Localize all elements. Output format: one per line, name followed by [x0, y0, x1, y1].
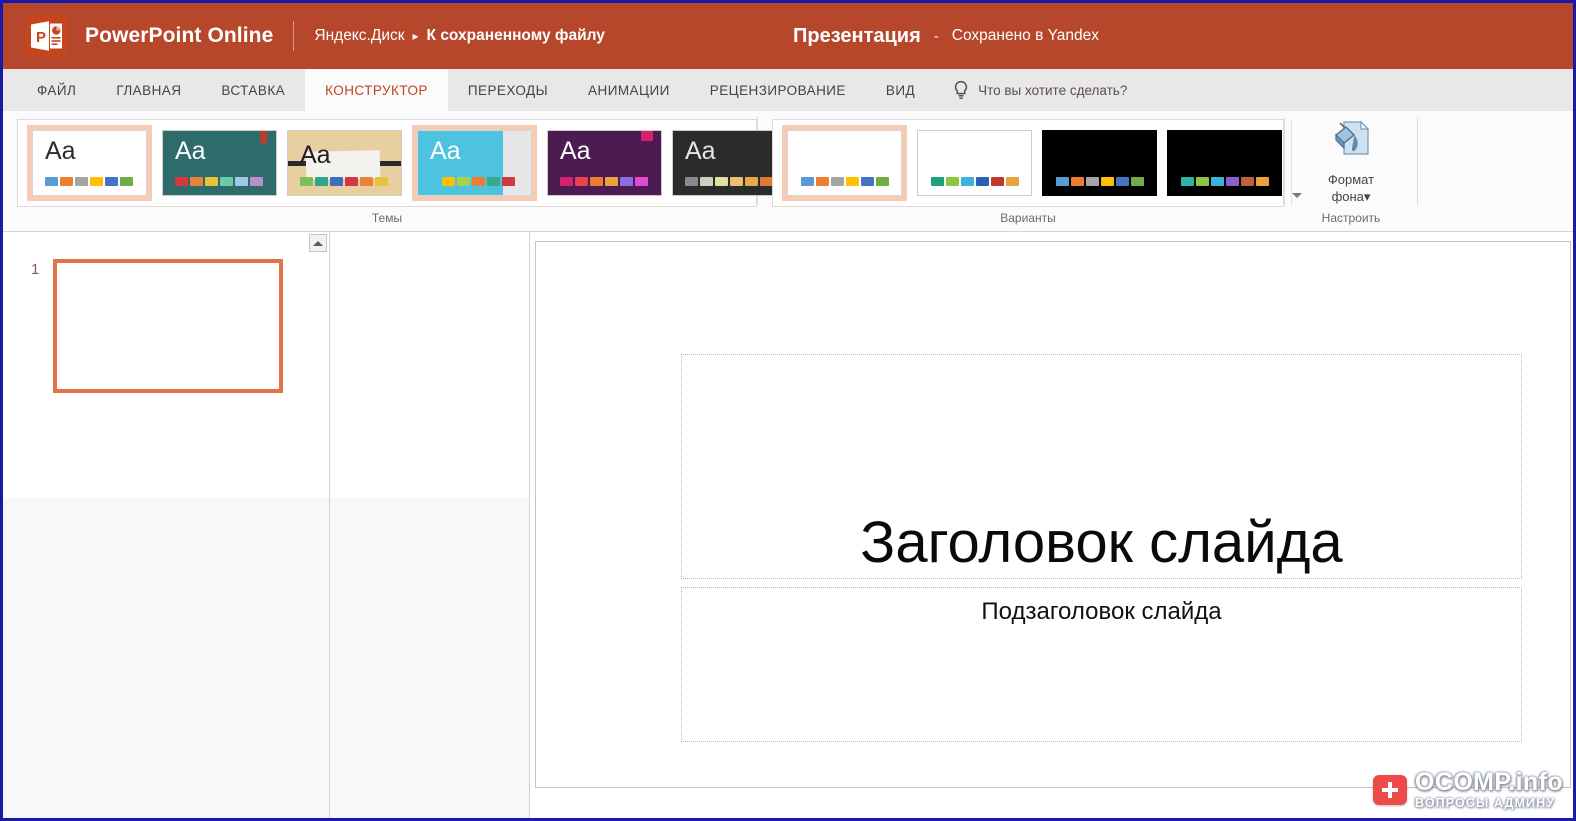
- canvas-left-gutter: [330, 232, 530, 818]
- breadcrumb-root[interactable]: Яндекс.Диск: [314, 27, 404, 45]
- document-dash: -: [933, 27, 939, 45]
- ribbon-group-label-customize: Настроить: [1321, 211, 1381, 225]
- variant-swatches: [930, 177, 1019, 186]
- tab-home[interactable]: ГЛАВНАЯ: [96, 69, 201, 111]
- theme-pin-decoration: [641, 131, 653, 141]
- tell-me-search[interactable]: Что вы хотите сделать?: [935, 69, 1141, 111]
- svg-text:P: P: [36, 29, 46, 46]
- theme-thumb-wood[interactable]: Aa: [287, 130, 402, 196]
- ribbon-group-separator: [1417, 117, 1418, 205]
- title-divider: [293, 21, 295, 51]
- theme-swatches: [560, 177, 648, 186]
- format-background-icon: [1330, 119, 1372, 164]
- variant-swatches: [1180, 177, 1269, 186]
- ribbon-group-variants: Варианты: [758, 111, 1302, 231]
- slide-canvas-pane: Заголовок слайда Подзаголовок слайда OCO…: [530, 232, 1573, 818]
- dropdown-arrow-icon[interactable]: ▾: [1364, 189, 1371, 204]
- thumbnail-scroll-up-button[interactable]: [309, 234, 327, 252]
- themes-gallery: Aa Aa Aa Aa Aa Aa: [17, 119, 807, 207]
- format-background-line2: фона: [1331, 189, 1364, 204]
- document-status: Презентация - Сохранено в Yandex: [793, 3, 1099, 69]
- slide-number: 1: [31, 261, 40, 278]
- watermark-text: OCOMP.info ВОПРОСЫ АДМИНУ: [1415, 770, 1563, 810]
- variant-thumb-1[interactable]: [782, 125, 907, 201]
- app-title: PowerPoint Online: [85, 24, 274, 47]
- tab-insert[interactable]: ВСТАВКА: [201, 69, 305, 111]
- ribbon: Aa Aa Aa Aa Aa Aa Темы Варианты Формат ф…: [3, 111, 1573, 232]
- tell-me-label: Что вы хотите сделать?: [978, 82, 1128, 98]
- slide-thumbnail-pane: 1: [3, 232, 330, 818]
- gutter-shading: [330, 498, 529, 818]
- ribbon-tab-strip: ФАЙЛ ГЛАВНАЯ ВСТАВКА КОНСТРУКТОР ПЕРЕХОД…: [3, 69, 1573, 111]
- theme-aa-label: Aa: [430, 137, 461, 165]
- chevron-up-icon: [313, 240, 323, 246]
- powerpoint-logo-icon: P: [25, 15, 67, 57]
- theme-aa-label: Aa: [175, 137, 206, 165]
- slide-list-item: 1: [31, 259, 283, 393]
- theme-aa-label: Aa: [560, 137, 591, 165]
- ribbon-group-customize: Формат фона▾ Настроить: [1285, 111, 1417, 231]
- watermark: OCOMP.info ВОПРОСЫ АДМИНУ: [1373, 768, 1567, 814]
- powerpoint-online-window: P PowerPoint Online Яндекс.Диск ▸ К сохр…: [0, 0, 1576, 821]
- slide-thumbnail[interactable]: [53, 259, 283, 393]
- title-placeholder[interactable]: Заголовок слайда: [681, 354, 1522, 579]
- theme-aa-label: Aa: [685, 137, 716, 165]
- format-background-line1: Формат: [1327, 172, 1375, 187]
- theme-thumb-badge[interactable]: Aa: [547, 130, 662, 196]
- title-bar: P PowerPoint Online Яндекс.Диск ▸ К сохр…: [3, 3, 1573, 69]
- save-status-label: Сохранено в Yandex: [951, 27, 1100, 44]
- variant-thumb-2[interactable]: [917, 130, 1032, 196]
- document-name[interactable]: Презентация: [793, 25, 921, 48]
- breadcrumb-separator-icon: ▸: [412, 29, 419, 43]
- theme-thumb-berlin[interactable]: Aa: [162, 130, 277, 196]
- ribbon-group-themes: Aa Aa Aa Aa Aa Aa Темы: [3, 111, 807, 231]
- tab-animations[interactable]: АНИМАЦИИ: [568, 69, 690, 111]
- variant-swatches: [1055, 177, 1144, 186]
- watermark-sub-label: ВОПРОСЫ АДМИНУ: [1415, 796, 1556, 811]
- breadcrumb-current[interactable]: К сохраненному файлу: [427, 27, 605, 45]
- subtitle-placeholder-text: Подзаголовок слайда: [981, 598, 1222, 625]
- theme-thumb-office[interactable]: Aa: [27, 125, 152, 201]
- slide-canvas[interactable]: Заголовок слайда Подзаголовок слайда: [535, 241, 1571, 788]
- title-placeholder-text: Заголовок слайда: [860, 510, 1343, 576]
- format-background-button[interactable]: Формат фона▾: [1303, 115, 1399, 205]
- theme-swatches: [442, 177, 515, 186]
- ribbon-group-label-themes: Темы: [371, 211, 403, 225]
- theme-swatches: [175, 177, 263, 186]
- tab-view[interactable]: ВИД: [866, 69, 935, 111]
- workspace: 1 Заголовок слайда Подзаголовок слайда O…: [3, 232, 1573, 818]
- pane-shading: [3, 498, 329, 818]
- tab-design[interactable]: КОНСТРУКТОР: [305, 69, 448, 111]
- theme-swatches: [45, 177, 133, 186]
- format-background-label: Формат фона▾: [1328, 171, 1374, 205]
- variant-thumb-4[interactable]: [1167, 130, 1282, 196]
- tab-file[interactable]: ФАЙЛ: [17, 69, 96, 111]
- theme-aa-label: Aa: [300, 141, 331, 169]
- theme-thumb-facet[interactable]: Aa: [412, 125, 537, 201]
- theme-aa-label: Aa: [45, 137, 76, 165]
- tab-review[interactable]: РЕЦЕНЗИРОВАНИЕ: [690, 69, 866, 111]
- plus-badge-icon: [1373, 775, 1408, 805]
- ribbon-group-label-variants: Варианты: [1000, 211, 1056, 225]
- lightbulb-icon: [953, 80, 969, 100]
- theme-swatches: [300, 177, 388, 186]
- variant-swatches: [800, 177, 889, 186]
- subtitle-placeholder[interactable]: Подзаголовок слайда: [681, 587, 1522, 742]
- watermark-main-label: OCOMP.info: [1415, 768, 1563, 797]
- tab-transitions[interactable]: ПЕРЕХОДЫ: [448, 69, 568, 111]
- variant-thumb-3[interactable]: [1042, 130, 1157, 196]
- theme-pin-decoration: [260, 131, 267, 144]
- breadcrumb: Яндекс.Диск ▸ К сохраненному файлу: [314, 27, 604, 45]
- variants-gallery: [772, 119, 1302, 207]
